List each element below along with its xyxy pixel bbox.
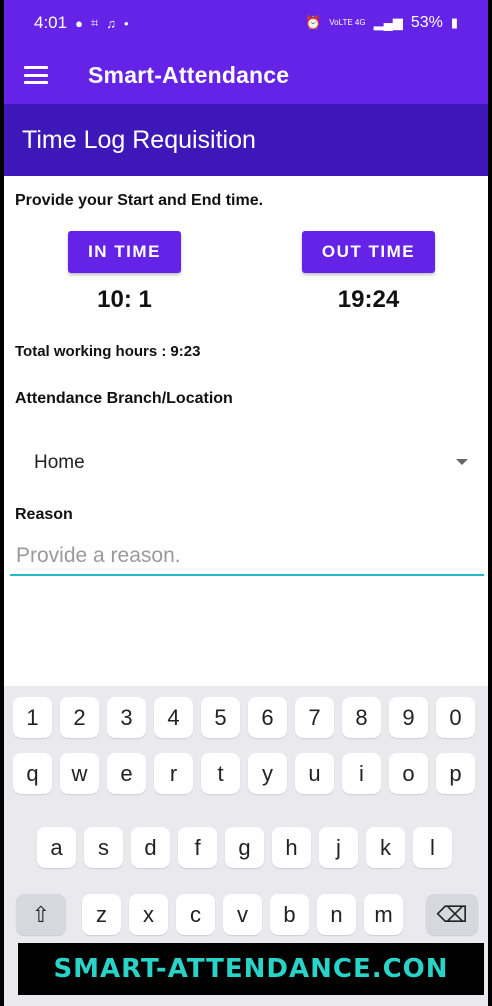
key-5[interactable]: 5 [201, 697, 240, 738]
shift-icon: ⇧ [31, 901, 51, 927]
keyboard-row-bottom: ⇧ ⌫ zxcvbnm [4, 894, 488, 935]
in-time-value: 10: 1 [97, 286, 152, 313]
app-title: Smart-Attendance [88, 61, 290, 88]
key-9[interactable]: 9 [389, 697, 428, 738]
more-notifications-icon: • [124, 15, 129, 31]
total-working-hours: Total working hours :9:23 [15, 343, 200, 360]
alarm-icon: ⏰ [305, 15, 322, 30]
key-k[interactable]: k [366, 827, 405, 868]
key-w[interactable]: w [60, 753, 99, 794]
network-label: VoLTE 4G [329, 18, 366, 27]
key-6[interactable]: 6 [248, 697, 287, 738]
key-h[interactable]: h [272, 827, 311, 868]
branch-dropdown[interactable]: Home [14, 438, 476, 488]
key-0[interactable]: 0 [436, 697, 475, 738]
key-p[interactable]: p [436, 753, 475, 794]
key-v[interactable]: v [223, 894, 262, 935]
branch-label: Attendance Branch/Location [15, 390, 233, 407]
app-bar: Smart-Attendance [4, 46, 488, 104]
key-1[interactable]: 1 [13, 697, 52, 738]
backspace-icon: ⌫ [436, 901, 468, 927]
phone-screen: 4:01 ● ⌗ ♫ • ⏰ VoLTE 4G ▂▄▆ 53% ▮ Smart-… [4, 0, 488, 1006]
key-m[interactable]: m [364, 894, 403, 935]
watermark-text: SMART-ATTENDANCE.CON [53, 954, 449, 984]
key-e[interactable]: e [107, 753, 146, 794]
menu-icon[interactable] [24, 66, 48, 84]
key-y[interactable]: y [248, 753, 287, 794]
key-d[interactable]: d [131, 827, 170, 868]
key-o[interactable]: o [389, 753, 428, 794]
key-c[interactable]: c [176, 894, 215, 935]
key-q[interactable]: q [13, 753, 52, 794]
battery-icon: ▮ [450, 15, 458, 30]
signal-icon: ▂▄▆ [373, 15, 403, 30]
key-2[interactable]: 2 [60, 697, 99, 738]
status-time: 4:01 [34, 13, 68, 32]
key-a[interactable]: a [37, 827, 76, 868]
key-s[interactable]: s [84, 827, 123, 868]
key-z[interactable]: z [82, 894, 121, 935]
key-u[interactable]: u [295, 753, 334, 794]
key-j[interactable]: j [319, 827, 358, 868]
reason-label: Reason [15, 506, 73, 523]
branch-selected-value: Home [34, 452, 85, 473]
key-n[interactable]: n [317, 894, 356, 935]
screenshot-icon: ⌗ [90, 15, 99, 30]
key-x[interactable]: x [129, 894, 168, 935]
key-l[interactable]: l [413, 827, 452, 868]
battery-percent: 53% [410, 14, 443, 31]
out-time-button[interactable]: OUT TIME [302, 231, 435, 273]
total-hours-value: 9:23 [170, 343, 201, 360]
key-r[interactable]: r [154, 753, 193, 794]
backspace-key[interactable]: ⌫ [426, 894, 478, 935]
key-b[interactable]: b [270, 894, 309, 935]
key-4[interactable]: 4 [154, 697, 193, 738]
keyboard-row-top: qwertyuiop [4, 753, 488, 794]
keyboard-row-middle: asdfghjkl [4, 827, 488, 868]
total-hours-label: Total working hours : [15, 343, 167, 360]
page-title: Time Log Requisition [4, 104, 488, 176]
watermark-banner: SMART-ATTENDANCE.CON [18, 943, 484, 995]
key-t[interactable]: t [201, 753, 240, 794]
dropdown-arrow-icon [456, 459, 468, 465]
shift-key[interactable]: ⇧ [16, 894, 66, 935]
form-prompt: Provide your Start and End time. [15, 192, 264, 209]
time-log-form: Provide your Start and End time. IN TIME… [4, 176, 488, 686]
out-time-value: 19:24 [337, 286, 400, 313]
in-time-button[interactable]: IN TIME [68, 231, 181, 273]
key-7[interactable]: 7 [295, 697, 334, 738]
key-3[interactable]: 3 [107, 697, 146, 738]
key-g[interactable]: g [225, 827, 264, 868]
status-bar: 4:01 ● ⌗ ♫ • ⏰ VoLTE 4G ▂▄▆ 53% ▮ [4, 0, 488, 46]
key-i[interactable]: i [342, 753, 381, 794]
music-icon: ♫ [106, 15, 117, 31]
keyboard-row-numbers: 1234567890 [4, 697, 488, 738]
key-f[interactable]: f [178, 827, 217, 868]
reason-input[interactable] [10, 538, 484, 576]
key-8[interactable]: 8 [342, 697, 381, 738]
messenger-icon: ● [75, 15, 83, 31]
